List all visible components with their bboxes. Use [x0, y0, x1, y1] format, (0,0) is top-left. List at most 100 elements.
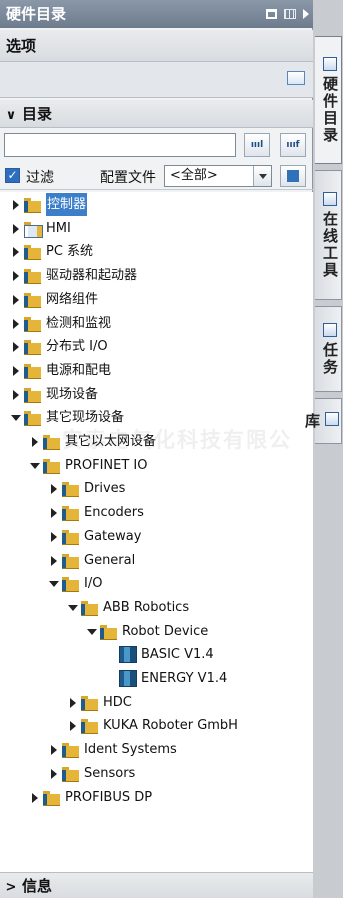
folder-icon — [81, 695, 98, 711]
collapsed-arrow-icon[interactable] — [29, 430, 41, 453]
tasks-icon — [323, 322, 337, 337]
chevron-down-icon[interactable]: ∨ — [0, 102, 22, 130]
tree-node-label: 电源和配电 — [46, 362, 112, 378]
side-tab[interactable]: 硬件目录 — [315, 36, 342, 164]
expanded-arrow-icon[interactable] — [48, 572, 60, 595]
tree-node-label: 其它以太网设备 — [65, 434, 157, 449]
collapsed-arrow-icon[interactable] — [10, 383, 22, 406]
tree-node[interactable]: HDC — [0, 691, 313, 714]
collapsed-arrow-icon[interactable] — [48, 762, 60, 785]
tree-node[interactable]: Gateway — [0, 525, 313, 548]
search-row: ıııl ıııf — [0, 130, 313, 162]
folder-icon — [24, 316, 41, 332]
profile-select[interactable]: <全部> — [164, 165, 272, 187]
collapsed-arrow-icon[interactable] — [29, 786, 41, 809]
collapsed-arrow-icon[interactable] — [67, 714, 79, 737]
side-tab-label: 在线工具 — [321, 210, 339, 279]
tree-node[interactable]: 网络组件 — [0, 288, 313, 311]
expanded-arrow-icon[interactable] — [29, 454, 41, 477]
side-tab[interactable]: 在线工具 — [315, 170, 342, 300]
tree-node[interactable]: 驱动器和起动器 — [0, 264, 313, 287]
info-section-header[interactable]: > 信息 — [0, 872, 313, 898]
side-tab[interactable]: 任务 — [315, 306, 342, 392]
tree-node[interactable]: ABB Robotics — [0, 596, 313, 619]
collapsed-arrow-icon[interactable] — [10, 193, 22, 216]
collapsed-arrow-icon[interactable] — [10, 288, 22, 311]
collapsed-arrow-icon[interactable] — [48, 477, 60, 500]
side-tab[interactable]: 库 — [303, 398, 342, 444]
catalog-tree: 控制器 HMI PC 系统驱动器和起动器网络组件检测和监视分布式 I/O 电源和配电现… — [0, 192, 313, 872]
info-title: 信息 — [22, 877, 53, 895]
tree-node[interactable]: Ident Systems — [0, 738, 313, 761]
tree-node[interactable]: PROFINET IO — [0, 454, 313, 477]
collapsed-arrow-icon[interactable] — [10, 335, 22, 358]
tree-node-label: 控制器 — [46, 193, 88, 216]
folder-icon — [81, 600, 98, 616]
profile-settings-button[interactable] — [280, 165, 306, 187]
expanded-arrow-icon[interactable] — [86, 620, 98, 643]
tree-node[interactable]: PROFIBUS DP — [0, 786, 313, 809]
tree-node[interactable]: I/O — [0, 572, 313, 595]
dropdown-arrow-icon[interactable] — [253, 166, 271, 186]
device-module-icon — [119, 670, 137, 687]
chevron-right-icon[interactable]: > — [0, 875, 22, 898]
tree-node[interactable]: HMI — [0, 217, 313, 240]
tree-node-label: ABB Robotics — [103, 599, 190, 615]
panel-title: 硬件目录 — [6, 5, 67, 23]
tree-node[interactable]: 分布式 I/O — [0, 335, 313, 358]
tree-node-label: General — [84, 552, 136, 568]
folder-icon — [62, 766, 79, 782]
tree-node[interactable]: 检测和监视 — [0, 312, 313, 335]
pin-icon[interactable] — [266, 9, 277, 19]
layout-toggle-icon[interactable] — [284, 9, 296, 19]
collapsed-arrow-icon[interactable] — [67, 691, 79, 714]
tree-node[interactable]: 其它现场设备 — [0, 406, 313, 429]
tree-node[interactable]: 电源和配电 — [0, 359, 313, 382]
expanded-arrow-icon[interactable] — [67, 596, 79, 619]
collapsed-arrow-icon[interactable] — [10, 217, 22, 240]
tree-node-label: 分布式 I/O — [46, 339, 108, 355]
folder-icon — [43, 435, 60, 450]
filter-checkbox[interactable]: ✓ — [5, 168, 20, 183]
tree-node-label: HMI — [46, 220, 71, 236]
tree-node-label: 检测和监视 — [46, 315, 112, 331]
tree-node[interactable]: Sensors — [0, 762, 313, 785]
device-module-icon — [119, 646, 137, 664]
collapsed-arrow-icon[interactable] — [48, 549, 60, 572]
options-view-button[interactable] — [287, 71, 305, 85]
collapsed-arrow-icon[interactable] — [10, 312, 22, 335]
tree-node[interactable]: ENERGY V1.4 — [0, 667, 313, 690]
collapsed-arrow-icon[interactable] — [48, 525, 60, 548]
search-down-button[interactable]: ıııl — [244, 133, 270, 157]
tree-node[interactable]: 控制器 — [0, 193, 313, 216]
tree-node-label: 网络组件 — [46, 291, 99, 307]
tree-node[interactable]: 现场设备 — [0, 383, 313, 406]
tree-node-label: 其它现场设备 — [46, 410, 125, 426]
tree-node-label: PC 系统 — [46, 244, 94, 260]
folder-icon — [62, 506, 79, 522]
collapsed-arrow-icon[interactable] — [48, 501, 60, 524]
collapse-panel-icon[interactable] — [303, 9, 309, 19]
collapsed-arrow-icon[interactable] — [10, 264, 22, 287]
tree-node[interactable]: General — [0, 549, 313, 572]
collapsed-arrow-icon[interactable] — [48, 738, 60, 761]
options-section-header[interactable]: 选项 — [0, 30, 313, 62]
tree-node[interactable]: Drives — [0, 477, 313, 500]
tree-node[interactable]: Robot Device — [0, 620, 313, 643]
collapsed-arrow-icon[interactable] — [10, 359, 22, 382]
profile-select-value: <全部> — [170, 168, 218, 183]
search-up-button[interactable]: ıııf — [280, 133, 306, 157]
collapsed-arrow-icon[interactable] — [10, 240, 22, 263]
tree-node-label: Ident Systems — [84, 742, 177, 758]
catalog-section-header[interactable]: ∨ 目录 — [0, 100, 313, 128]
tree-node[interactable]: KUKA Roboter GmbH — [0, 714, 313, 737]
tree-node[interactable]: BASIC V1.4 — [0, 643, 313, 666]
expanded-arrow-icon[interactable] — [10, 406, 22, 429]
tree-node[interactable]: Encoders — [0, 501, 313, 524]
tree-node[interactable]: 其它以太网设备 — [0, 430, 313, 453]
catalog-search-input[interactable] — [4, 133, 236, 157]
tree-node[interactable]: PC 系统 — [0, 240, 313, 263]
folder-icon — [43, 790, 60, 806]
options-area — [0, 62, 313, 98]
tree-node-label: I/O — [84, 576, 103, 592]
